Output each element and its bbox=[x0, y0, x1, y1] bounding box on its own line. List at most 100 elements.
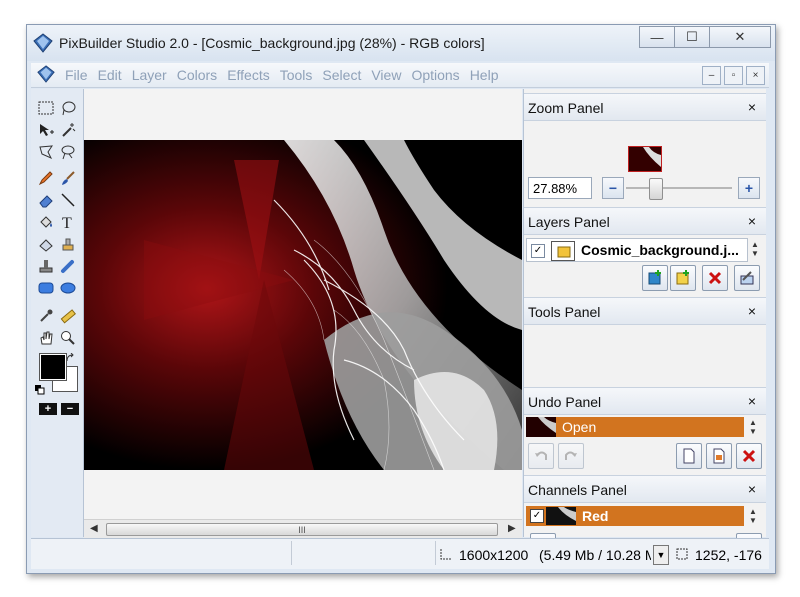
ellipse-shape-icon[interactable] bbox=[59, 279, 77, 297]
tools-panel-header[interactable]: Tools Panel × bbox=[524, 297, 766, 325]
layers-scroll-icon[interactable]: ▲ ▼ bbox=[746, 238, 764, 260]
horizontal-scrollbar[interactable]: ◀ III ▶ bbox=[84, 519, 522, 538]
text-icon[interactable]: T bbox=[59, 213, 77, 231]
title-bar[interactable]: PixBuilder Studio 2.0 - [Cosmic_backgrou… bbox=[27, 25, 775, 61]
svg-text:T: T bbox=[62, 215, 72, 230]
menu-edit[interactable]: Edit bbox=[98, 67, 122, 83]
menu-options[interactable]: Options bbox=[411, 67, 459, 83]
undo-panel-title: Undo Panel bbox=[528, 394, 602, 410]
menu-help[interactable]: Help bbox=[470, 67, 499, 83]
magnetic-lasso-icon[interactable] bbox=[59, 143, 77, 161]
doc-restore-button[interactable]: ▫ bbox=[724, 66, 743, 85]
undo-entry-label: Open bbox=[562, 419, 597, 435]
plus-button[interactable]: + bbox=[39, 403, 57, 415]
undo-panel-close-button[interactable]: × bbox=[748, 393, 756, 409]
memory-dropdown-icon[interactable]: ▼ bbox=[653, 545, 669, 565]
status-divider bbox=[435, 541, 436, 565]
menu-colors[interactable]: Colors bbox=[177, 67, 217, 83]
menu-file[interactable]: File bbox=[65, 67, 88, 83]
undo-history-entry[interactable]: Open bbox=[526, 417, 744, 437]
minus-button[interactable]: − bbox=[61, 403, 79, 415]
cursor-position-icon bbox=[676, 548, 688, 560]
document-diamond-icon[interactable] bbox=[37, 65, 55, 83]
redo-button[interactable] bbox=[558, 443, 584, 469]
line-icon[interactable] bbox=[59, 191, 77, 209]
polygon-lasso-icon[interactable] bbox=[37, 143, 55, 161]
new-document-button[interactable] bbox=[676, 443, 702, 469]
tools-panel-body bbox=[524, 325, 766, 389]
scroll-left-icon[interactable]: ◀ bbox=[90, 523, 98, 534]
layer-row[interactable]: ✓ Cosmic_background.j... bbox=[526, 238, 748, 262]
channel-visibility-checkbox[interactable]: ✓ bbox=[530, 509, 544, 523]
eraser-icon[interactable] bbox=[37, 191, 55, 209]
delete-history-button[interactable] bbox=[736, 443, 762, 469]
status-divider bbox=[291, 541, 292, 565]
layer-properties-button[interactable] bbox=[734, 265, 760, 291]
channels-panel-close-button[interactable]: × bbox=[748, 481, 756, 497]
doc-close-button[interactable]: × bbox=[746, 66, 765, 85]
default-colors-icon[interactable] bbox=[35, 385, 45, 395]
menu-tools[interactable]: Tools bbox=[280, 67, 313, 83]
window-controls: — ☐ ✕ bbox=[639, 26, 771, 48]
zoom-panel-header[interactable]: Zoom Panel × bbox=[524, 93, 766, 121]
duplicate-layer-button[interactable] bbox=[670, 265, 696, 291]
channel-row[interactable]: ✓ Red bbox=[526, 506, 744, 526]
gradient-icon[interactable] bbox=[37, 235, 55, 253]
zoom-icon[interactable] bbox=[59, 329, 77, 347]
delete-layer-button[interactable] bbox=[702, 265, 728, 291]
menu-effects[interactable]: Effects bbox=[227, 67, 270, 83]
document-controls: – ▫ × bbox=[702, 66, 765, 85]
fill-bucket-icon[interactable] bbox=[37, 213, 55, 231]
swap-colors-icon[interactable] bbox=[65, 353, 77, 365]
channels-scroll-icon[interactable]: ▲ ▼ bbox=[744, 505, 762, 527]
smudge-icon[interactable] bbox=[59, 257, 77, 275]
eyedropper-icon[interactable] bbox=[37, 307, 55, 325]
move-icon[interactable] bbox=[37, 121, 55, 139]
layer-visibility-checkbox[interactable]: ✓ bbox=[531, 244, 545, 258]
channel-thumbnail bbox=[546, 507, 576, 525]
layers-panel-header[interactable]: Layers Panel × bbox=[524, 207, 766, 235]
zoom-navigator-thumbnail[interactable] bbox=[628, 146, 662, 172]
pencil-icon[interactable] bbox=[37, 169, 55, 187]
menu-view[interactable]: View bbox=[371, 67, 401, 83]
zoom-out-button[interactable]: − bbox=[602, 177, 624, 199]
menu-bar: File Edit Layer Colors Effects Tools Sel… bbox=[31, 63, 769, 88]
doc-minimize-button[interactable]: – bbox=[702, 66, 721, 85]
canvas-area bbox=[84, 89, 522, 519]
layers-panel-close-button[interactable]: × bbox=[748, 213, 756, 229]
stamp-icon[interactable] bbox=[37, 257, 55, 275]
clone-stamp-icon[interactable] bbox=[59, 235, 77, 253]
image-size-icon bbox=[440, 549, 451, 560]
zoom-slider-track[interactable] bbox=[626, 187, 732, 189]
layer-thumbnail bbox=[551, 241, 575, 261]
channels-panel-header[interactable]: Channels Panel × bbox=[524, 475, 766, 503]
image-size-text: 1600x1200 bbox=[459, 547, 529, 563]
lasso-icon[interactable] bbox=[59, 99, 77, 117]
brush-icon[interactable] bbox=[59, 169, 77, 187]
ruler-icon[interactable] bbox=[59, 307, 77, 325]
foreground-color-swatch[interactable] bbox=[39, 353, 67, 381]
hand-icon[interactable] bbox=[37, 329, 55, 347]
scroll-right-icon[interactable]: ▶ bbox=[508, 523, 516, 534]
scroll-thumb[interactable]: III bbox=[106, 523, 498, 536]
menu-layer[interactable]: Layer bbox=[132, 67, 167, 83]
tools-panel-close-button[interactable]: × bbox=[748, 303, 756, 319]
rect-select-icon[interactable] bbox=[37, 99, 55, 117]
menu-select[interactable]: Select bbox=[322, 67, 361, 83]
minimize-button[interactable]: — bbox=[639, 26, 675, 48]
zoom-input[interactable]: 27.88% bbox=[528, 177, 592, 199]
maximize-button[interactable]: ☐ bbox=[674, 26, 710, 48]
zoom-slider-knob[interactable] bbox=[649, 178, 663, 200]
undo-button[interactable] bbox=[528, 443, 554, 469]
zoom-panel-close-button[interactable]: × bbox=[748, 99, 756, 115]
zoom-in-button[interactable]: + bbox=[738, 177, 760, 199]
undo-scroll-icon[interactable]: ▲ ▼ bbox=[744, 416, 762, 438]
cosmic-background-image[interactable] bbox=[84, 140, 522, 470]
undo-panel-header[interactable]: Undo Panel × bbox=[524, 387, 766, 415]
new-layer-button[interactable] bbox=[642, 265, 668, 291]
snapshot-button[interactable] bbox=[706, 443, 732, 469]
close-button[interactable]: ✕ bbox=[709, 26, 771, 48]
tools-panel-title: Tools Panel bbox=[528, 304, 601, 320]
rectangle-shape-icon[interactable] bbox=[37, 279, 55, 297]
magic-wand-icon[interactable] bbox=[59, 121, 77, 139]
